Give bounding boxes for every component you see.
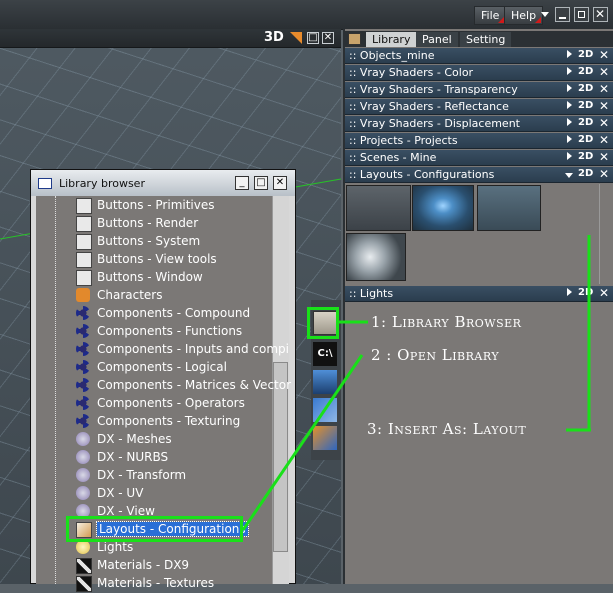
- annotation-step2: 2 : Open Library: [371, 346, 500, 364]
- annotation-step3: 3: Insert As: Layout: [367, 420, 527, 438]
- annotation-step1: 1: Library Browser: [371, 313, 522, 331]
- annotation-lines: [241, 235, 591, 531]
